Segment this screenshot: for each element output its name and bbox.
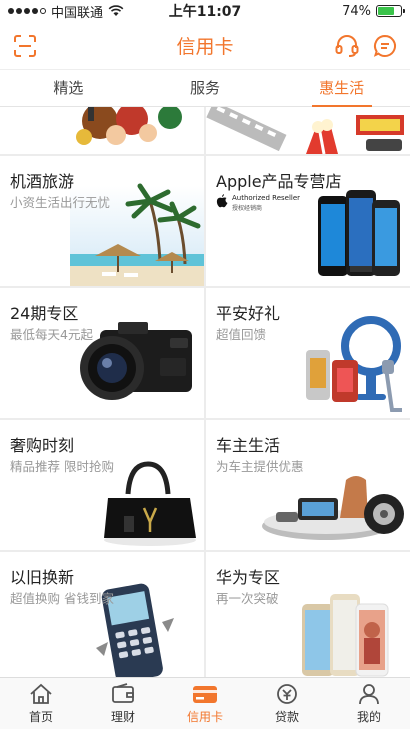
promo-banner-strip [0, 107, 410, 154]
card-title: 24期专区 [10, 304, 79, 323]
card-subtitle: 最低每天4元起 [10, 327, 93, 342]
apple-logo-icon [216, 194, 228, 208]
authorized-reseller-cn-label: 授权经销商 [232, 205, 263, 212]
tab-featured[interactable]: 精选 [0, 70, 137, 106]
bottom-tab-bar: 首页 理财 信用卡 贷款 我的 [0, 677, 410, 729]
card-luxury[interactable]: 奢购时刻 精品推荐 限时抢购 [0, 420, 204, 550]
card-car-owner[interactable]: 车主生活 为车主提供优惠 [206, 420, 410, 550]
bottom-tab-credit-card[interactable]: 信用卡 [164, 678, 246, 729]
card-title: 机酒旅游 [10, 172, 75, 191]
movie-film-image [206, 107, 404, 154]
scan-icon [14, 35, 36, 57]
battery-icon [376, 5, 405, 17]
bottom-tab-wealth[interactable]: 理财 [82, 678, 164, 729]
bottom-tab-label: 我的 [356, 710, 381, 724]
card-installment[interactable]: 24期专区 最低每天4元起 [0, 288, 204, 418]
card-title: 以旧换新 [10, 568, 75, 587]
bottom-tab-label: 信用卡 [186, 710, 223, 724]
loan-icon [277, 684, 297, 704]
card-gifts[interactable]: 平安好礼 超值回馈 [206, 288, 410, 418]
wifi-icon [108, 5, 124, 16]
wallet-icon [112, 683, 134, 703]
card-subtitle: 再一次突破 [216, 591, 279, 606]
bottom-tab-loan[interactable]: 贷款 [246, 678, 328, 729]
card-trade-in[interactable]: 以旧换新 超值换购 省钱到家 [0, 552, 204, 677]
home-icon [30, 683, 52, 704]
card-title: 奢购时刻 [10, 436, 75, 455]
headset-icon [335, 35, 359, 57]
card-subtitle: 超值换购 省钱到家 [10, 591, 114, 606]
message-button[interactable] [372, 33, 398, 59]
page-title: 信用卡 [176, 36, 234, 58]
card-subtitle: 为车主提供优惠 [216, 459, 304, 474]
message-icon [373, 34, 396, 57]
card-subtitle: 小资生活出行无忧 [10, 195, 111, 210]
card-huawei[interactable]: 华为专区 再一次突破 [206, 552, 410, 677]
bottom-tab-label: 贷款 [274, 710, 299, 724]
status-time: 上午11:07 [168, 4, 242, 20]
bottom-tab-label: 首页 [28, 710, 53, 724]
profile-icon [359, 684, 379, 705]
card-subtitle: 超值回馈 [216, 327, 267, 342]
status-left: 中国联通 [8, 2, 124, 21]
customer-service-button[interactable] [334, 33, 360, 59]
bottom-tab-profile[interactable]: 我的 [328, 678, 410, 729]
authorized-reseller-label: Authorized Reseller [232, 194, 301, 202]
nav-bar: 信用卡 [0, 22, 410, 70]
tab-lifestyle[interactable]: 惠生活 [273, 70, 410, 107]
card-subtitle: 精品推荐 限时抢购 [10, 459, 114, 474]
offer-grid: 机酒旅游 小资生活出行无忧 Apple产品专营店 Authorized Rese… [0, 156, 410, 677]
content-area: 机酒旅游 小资生活出行无忧 Apple产品专营店 Authorized Rese… [0, 107, 410, 677]
bottom-tab-label: 理财 [110, 710, 135, 724]
battery-percent: 74% [342, 3, 371, 19]
card-travel[interactable]: 机酒旅游 小资生活出行无忧 [0, 156, 204, 286]
battery-fill [378, 7, 395, 15]
status-right: 74% [342, 3, 405, 19]
scan-button[interactable] [12, 33, 38, 59]
card-apple-store[interactable]: Apple产品专营店 Authorized Reseller 授权经销商 [206, 156, 410, 286]
bottom-tab-home[interactable]: 首页 [0, 678, 82, 729]
carrier-label: 中国联通 [51, 5, 104, 21]
signal-icon [8, 8, 46, 14]
card-title: Apple产品专营店 [216, 172, 342, 191]
credit-card-icon [193, 686, 217, 703]
status-bar: 中国联通 上午11:07 74% [0, 0, 410, 22]
promo-banner-right[interactable] [206, 107, 410, 154]
category-tabs: 精选 服务 惠生活 [0, 70, 410, 107]
tab-services[interactable]: 服务 [137, 70, 274, 106]
promo-banner-left[interactable] [0, 107, 204, 154]
card-title: 平安好礼 [216, 304, 281, 323]
card-title: 华为专区 [216, 568, 281, 587]
cartoon-characters-image [76, 107, 182, 145]
card-title: 车主生活 [216, 436, 281, 455]
